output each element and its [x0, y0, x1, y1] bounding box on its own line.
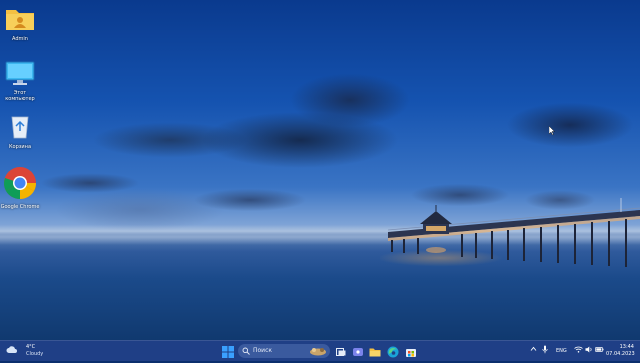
recycle-bin-icon [11, 116, 29, 139]
user-folder-shortcut[interactable]: Admin [0, 6, 40, 42]
task-view-button[interactable] [334, 344, 348, 358]
this-pc-shortcut[interactable]: Этот компьютер [0, 60, 40, 102]
search-icon [242, 347, 250, 355]
edge-browser-button[interactable] [386, 344, 400, 358]
wifi-icon[interactable] [574, 346, 583, 355]
desktop-icon-label: Admin [12, 36, 28, 42]
edge-icon [387, 346, 399, 358]
microphone-icon[interactable] [542, 345, 548, 356]
recycle-bin-shortcut[interactable]: Корзина [0, 114, 40, 150]
input-language-indicator[interactable]: ENG [556, 348, 567, 354]
weather-widget[interactable]: 4°C Cloudy [6, 343, 56, 359]
pier-illustration [387, 198, 640, 267]
chat-icon [353, 348, 363, 356]
chat-button[interactable] [351, 344, 365, 358]
taskbar-clock[interactable]: 13:44 07.04.2023 [606, 344, 635, 358]
battery-icon[interactable] [595, 346, 604, 355]
taskbar-search-input[interactable]: Поиск [238, 344, 330, 358]
desktop-icon-label: Корзина [8, 144, 32, 150]
tray-overflow-chevron-icon[interactable] [530, 346, 537, 354]
store-icon [406, 349, 416, 357]
weather-temperature: 4°C [26, 344, 36, 350]
desktop-icon-label: Этот компьютер [5, 90, 35, 102]
desktop-icon-label: Google Chrome [0, 204, 40, 210]
task-view-icon [336, 348, 346, 356]
google-chrome-shortcut[interactable]: Google Chrome [0, 166, 40, 210]
taskbar: 4°C Cloudy Поиск ENG 13:44 07.04.2023 [0, 340, 640, 361]
start-button[interactable] [221, 344, 235, 358]
search-highlight-illustration-icon [310, 348, 326, 356]
folder-icon [369, 348, 381, 357]
mouse-cursor-icon [549, 126, 555, 135]
user-folder-icon [6, 10, 34, 30]
monitor-icon [5, 61, 35, 85]
clock-date: 07.04.2023 [606, 351, 635, 357]
windows-logo-icon [222, 346, 234, 358]
volume-icon[interactable] [585, 346, 593, 355]
file-explorer-button[interactable] [368, 344, 382, 358]
weather-condition: Cloudy [26, 351, 44, 357]
chrome-icon [4, 167, 37, 200]
clock-time: 13:44 [619, 344, 634, 350]
cloud-icon [6, 346, 17, 353]
search-placeholder: Поиск [253, 347, 273, 354]
store-button[interactable] [404, 344, 418, 358]
